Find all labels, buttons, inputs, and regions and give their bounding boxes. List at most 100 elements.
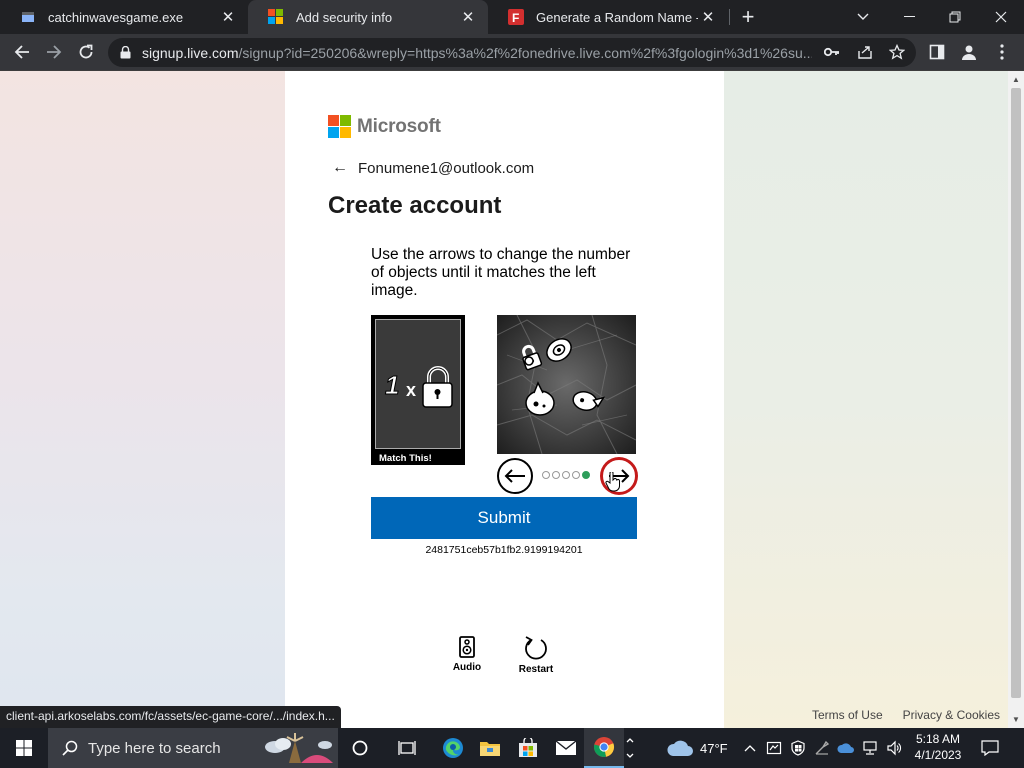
file-icon <box>22 12 34 22</box>
microsoft-store-icon[interactable] <box>508 728 548 768</box>
submit-button[interactable]: Submit <box>371 497 637 539</box>
terms-link[interactable]: Terms of Use <box>812 708 883 722</box>
progress-dot <box>562 471 570 479</box>
search-icon <box>62 740 78 756</box>
lock-icon[interactable] <box>120 46 131 59</box>
identity-banner[interactable]: ← Fonumene1@outlook.com <box>332 159 534 177</box>
weather-cloud-icon[interactable] <box>662 728 698 768</box>
tab-title: Generate a Random Name - Fake <box>536 9 698 25</box>
object-image <box>497 315 636 454</box>
identity-email: Fonumene1@outlook.com <box>358 159 535 177</box>
taskbar-search-box[interactable]: Type here to search <box>48 728 338 768</box>
task-view-icon[interactable] <box>387 728 427 768</box>
tab-strip: catchinwavesgame.exe ✕ Add security info… <box>0 0 1024 34</box>
system-clock[interactable]: 5:18 AM 4/1/2023 <box>906 731 970 763</box>
microsoft-logo: Microsoft <box>328 115 441 138</box>
notifications-icon[interactable] <box>972 728 1008 768</box>
browser-toolbar: signup.live.com/signup?id=250206&wreply=… <box>0 34 1024 71</box>
tab-add-security-info[interactable]: Add security info ✕ <box>248 0 488 34</box>
captcha-instructions: Use the arrows to change the number of o… <box>371 246 631 299</box>
tab-catchinwaves[interactable]: catchinwavesgame.exe ✕ <box>0 0 248 34</box>
audio-button[interactable]: Audio <box>437 636 497 673</box>
clock-time: 5:18 AM <box>915 732 961 746</box>
onedrive-cloud-icon[interactable] <box>834 728 858 768</box>
restore-icon[interactable] <box>932 0 978 34</box>
speaker-icon <box>459 636 475 658</box>
tab-title: Add security info <box>296 9 393 25</box>
scroll-up-icon[interactable]: ▲ <box>1012 75 1020 84</box>
menu-kebab-icon[interactable] <box>988 38 1016 66</box>
close-icon[interactable]: ✕ <box>698 7 718 27</box>
microsoft-logo-icon <box>328 115 351 138</box>
audio-label: Audio <box>452 662 482 673</box>
url-text: signup.live.com/signup?id=250206&wreply=… <box>142 45 812 61</box>
scrollbar-thumb[interactable] <box>1011 88 1021 698</box>
file-explorer-icon[interactable] <box>470 728 510 768</box>
minimize-icon[interactable] <box>886 0 932 34</box>
tab-random-name[interactable]: F Generate a Random Name - Fake ✕ <box>488 0 728 34</box>
left-arrow-icon <box>504 469 525 483</box>
background-right <box>724 71 1008 728</box>
mail-icon[interactable] <box>546 728 586 768</box>
tray-tool-icon[interactable] <box>810 728 834 768</box>
progress-dot <box>542 471 550 479</box>
weather-temperature[interactable]: 47°F <box>700 728 728 768</box>
address-bar[interactable]: signup.live.com/signup?id=250206&wreply=… <box>108 38 916 67</box>
page-scrollbar[interactable]: ▲ ▼ <box>1008 71 1024 728</box>
bookmark-star-icon[interactable] <box>889 44 905 60</box>
reload-icon[interactable] <box>72 38 100 66</box>
svg-text:F: F <box>512 11 519 25</box>
match-label: Match This! <box>379 453 432 464</box>
background-left <box>0 71 285 728</box>
side-panel-icon[interactable] <box>923 38 951 66</box>
share-icon[interactable] <box>857 44 873 60</box>
forward-arrow-icon[interactable] <box>40 38 68 66</box>
signup-card: Microsoft ← Fonumene1@outlook.com Create… <box>285 71 724 728</box>
match-image: 1 x Match This! <box>371 315 465 465</box>
tab-search-chevron-icon[interactable] <box>840 0 886 34</box>
back-arrow-icon[interactable] <box>8 38 36 66</box>
close-icon[interactable]: ✕ <box>218 7 238 27</box>
restart-button[interactable]: Restart <box>506 636 566 675</box>
fakename-f-icon: F <box>508 9 524 25</box>
key-icon[interactable] <box>824 46 840 58</box>
taskbar-scroll-icon[interactable] <box>622 728 638 768</box>
cortana-icon[interactable] <box>340 728 380 768</box>
hand-cursor-icon <box>605 472 620 492</box>
restart-icon <box>525 636 547 660</box>
edge-browser-icon[interactable] <box>433 728 473 768</box>
progress-dot <box>552 471 560 479</box>
network-icon[interactable] <box>858 728 882 768</box>
microsoft-logo-icon <box>268 9 284 25</box>
volume-icon[interactable] <box>882 728 906 768</box>
new-tab-plus-icon[interactable]: + <box>736 4 760 29</box>
progress-dot-active <box>582 471 590 479</box>
brand-name: Microsoft <box>357 115 441 137</box>
privacy-link[interactable]: Privacy & Cookies <box>903 708 1000 722</box>
padlock-target-icon: 1 x <box>385 366 453 408</box>
show-hidden-icons-chevron-icon[interactable] <box>738 728 762 768</box>
tray-app-icon[interactable] <box>762 728 786 768</box>
session-id: 2481751ceb57b1fb2.9199194201 <box>425 544 583 556</box>
previous-arrow-button[interactable] <box>497 458 533 494</box>
match-image-frame: 1 x <box>375 319 461 449</box>
objects-scene-icon <box>497 315 636 454</box>
search-placeholder: Type here to search <box>88 739 221 757</box>
footer-links: Terms of Use Privacy & Cookies <box>812 708 1000 722</box>
profile-avatar-icon[interactable] <box>955 38 983 66</box>
back-arrow-icon[interactable]: ← <box>332 159 348 177</box>
url-path: /signup?id=250206&wreply=https%3a%2f%2fo… <box>238 45 813 61</box>
start-windows-icon[interactable] <box>0 728 48 768</box>
match-count: 1 <box>385 370 399 400</box>
chrome-icon[interactable] <box>584 728 624 768</box>
status-bar-url: client-api.arkoselabs.com/fc/assets/ec-g… <box>0 706 341 728</box>
close-window-icon[interactable] <box>978 0 1024 34</box>
progress-dot <box>572 471 580 479</box>
scroll-down-icon[interactable]: ▼ <box>1012 715 1020 724</box>
captcha-puzzle: Use the arrows to change the number of o… <box>371 246 637 675</box>
url-host: signup.live.com <box>142 45 239 61</box>
tab-separator <box>729 9 730 25</box>
progress-dots <box>542 471 590 479</box>
security-shield-icon[interactable] <box>786 728 810 768</box>
close-icon[interactable]: ✕ <box>458 7 478 27</box>
